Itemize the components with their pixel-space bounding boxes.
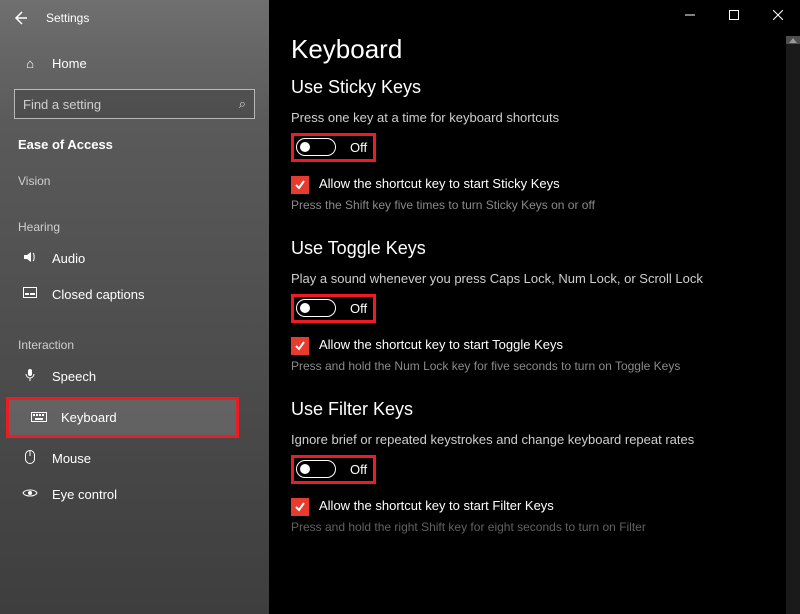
microphone-icon <box>22 368 38 385</box>
section-sticky-keys: Use Sticky Keys Press one key at a time … <box>291 77 770 212</box>
section-filter-keys: Use Filter Keys Ignore brief or repeated… <box>291 399 770 534</box>
sidebar-section-interaction: Interaction <box>0 312 269 358</box>
sidebar-section-hearing: Hearing <box>0 194 269 240</box>
main-panel: Keyboard Use Sticky Keys Press one key a… <box>269 0 800 614</box>
sidebar-item-captions[interactable]: Closed captions <box>0 277 269 312</box>
filter-heading: Use Filter Keys <box>291 399 770 420</box>
filter-helper: Press and hold the right Shift key for e… <box>291 520 721 534</box>
page-heading: Keyboard <box>291 34 770 65</box>
sidebar: Settings ⌂ Home ⌕ Ease of Access Vision … <box>0 0 269 614</box>
sidebar-item-eye[interactable]: Eye control <box>0 477 269 512</box>
search-input[interactable] <box>23 97 224 112</box>
toggle-label: Off <box>350 140 367 155</box>
mouse-icon <box>22 450 38 467</box>
toggle-keys-helper: Press and hold the Num Lock key for five… <box>291 359 721 373</box>
toggle-switch-icon <box>296 299 336 317</box>
sidebar-item-mouse[interactable]: Mouse <box>0 440 269 477</box>
sticky-desc: Press one key at a time for keyboard sho… <box>291 110 721 125</box>
toggle-keys-toggle[interactable]: Off <box>294 297 373 319</box>
sticky-heading: Use Sticky Keys <box>291 77 770 98</box>
sidebar-item-label: Keyboard <box>61 410 117 425</box>
checkbox-label: Allow the shortcut key to start Sticky K… <box>319 176 560 191</box>
home-icon: ⌂ <box>22 56 38 71</box>
toggle-switch-icon <box>296 460 336 478</box>
highlight-keyboard-nav: Keyboard <box>6 397 239 438</box>
titlebar: Settings <box>0 0 269 36</box>
scrollbar-up-arrow[interactable] <box>786 36 800 44</box>
content-area: Keyboard Use Sticky Keys Press one key a… <box>269 0 800 614</box>
sidebar-item-speech[interactable]: Speech <box>0 358 269 395</box>
toggle-switch-icon <box>296 138 336 156</box>
sidebar-item-label: Eye control <box>52 487 117 502</box>
toggle-desc: Play a sound whenever you press Caps Loc… <box>291 271 721 286</box>
settings-window: Settings ⌂ Home ⌕ Ease of Access Vision … <box>0 0 800 614</box>
sticky-helper: Press the Shift key five times to turn S… <box>291 198 721 212</box>
sidebar-group: Ease of Access <box>0 133 269 156</box>
audio-icon <box>22 250 38 267</box>
toggle-label: Off <box>350 462 367 477</box>
filter-keys-shortcut-checkbox[interactable]: Allow the shortcut key to start Filter K… <box>291 498 770 516</box>
sidebar-item-label: Speech <box>52 369 96 384</box>
keyboard-icon <box>31 410 47 425</box>
sidebar-item-label: Closed captions <box>52 287 145 302</box>
sticky-toggle[interactable]: Off <box>294 136 373 158</box>
search-box[interactable]: ⌕ <box>14 89 255 119</box>
toggle-keys-shortcut-checkbox[interactable]: Allow the shortcut key to start Toggle K… <box>291 337 770 355</box>
checkbox-checked-icon <box>291 176 309 194</box>
window-title: Settings <box>46 11 89 25</box>
back-icon[interactable] <box>12 10 28 26</box>
nav-home-label: Home <box>52 56 87 71</box>
sidebar-item-label: Mouse <box>52 451 91 466</box>
checkbox-checked-icon <box>291 337 309 355</box>
search-icon: ⌕ <box>239 96 246 112</box>
toggle-heading: Use Toggle Keys <box>291 238 770 259</box>
captions-icon <box>22 287 38 302</box>
scrollbar[interactable] <box>786 36 800 614</box>
nav-home[interactable]: ⌂ Home <box>0 46 269 81</box>
highlight-toggle-keys-toggle: Off <box>291 294 376 323</box>
highlight-sticky-toggle: Off <box>291 133 376 162</box>
filter-keys-toggle[interactable]: Off <box>294 458 373 480</box>
toggle-label: Off <box>350 301 367 316</box>
section-toggle-keys: Use Toggle Keys Play a sound whenever yo… <box>291 238 770 373</box>
checkbox-checked-icon <box>291 498 309 516</box>
filter-desc: Ignore brief or repeated keystrokes and … <box>291 432 721 447</box>
highlight-filter-toggle: Off <box>291 455 376 484</box>
sidebar-item-keyboard[interactable]: Keyboard <box>9 400 236 435</box>
sidebar-item-audio[interactable]: Audio <box>0 240 269 277</box>
sidebar-section-vision: Vision <box>0 156 269 194</box>
checkbox-label: Allow the shortcut key to start Toggle K… <box>319 337 563 352</box>
sticky-shortcut-checkbox[interactable]: Allow the shortcut key to start Sticky K… <box>291 176 770 194</box>
eye-icon <box>22 487 38 502</box>
sidebar-item-label: Audio <box>52 251 85 266</box>
checkbox-label: Allow the shortcut key to start Filter K… <box>319 498 554 513</box>
